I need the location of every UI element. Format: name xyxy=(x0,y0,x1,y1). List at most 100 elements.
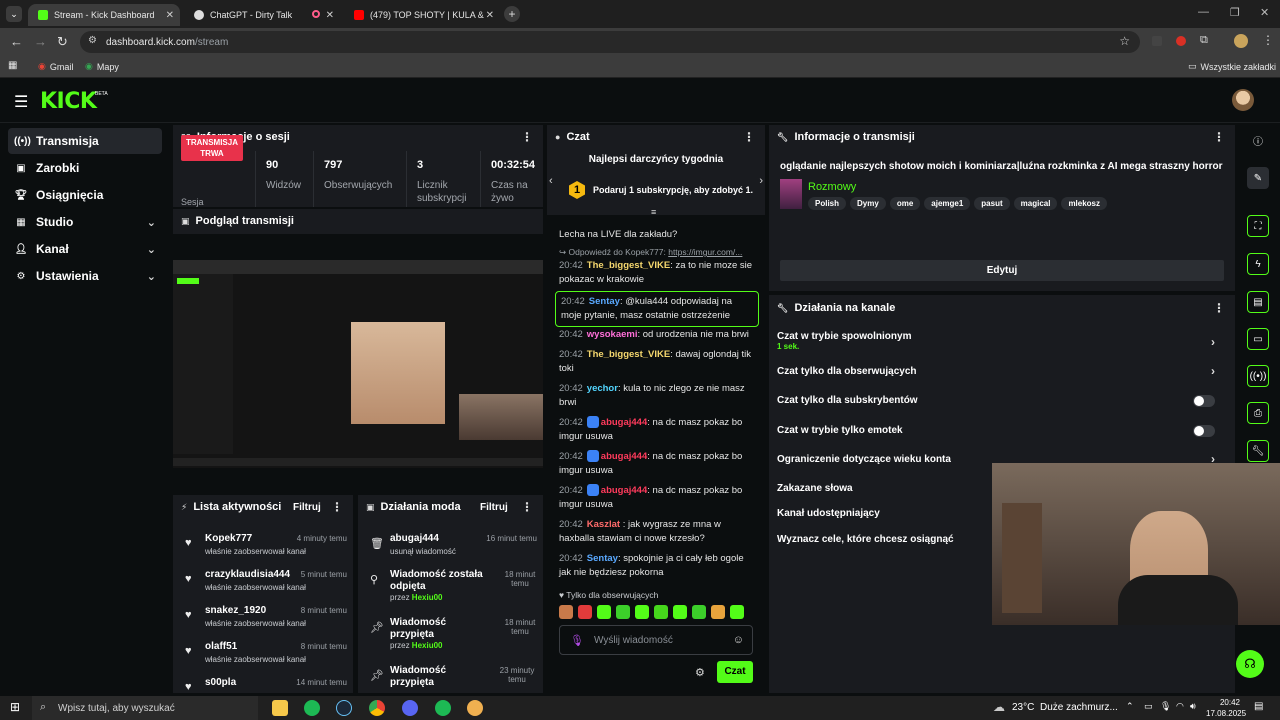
mod-action-title[interactable]: abugaj444 xyxy=(390,533,439,544)
taskbar-clock[interactable]: 20:42 17.08.2025 xyxy=(1206,697,1246,719)
activity-user[interactable]: Kopek777 xyxy=(205,533,252,544)
filter-button[interactable]: Filtruj xyxy=(480,502,508,513)
chat-user[interactable]: abugaj444 xyxy=(601,485,647,496)
emote-icon[interactable] xyxy=(711,605,725,619)
tag[interactable]: Dymy xyxy=(850,197,886,210)
microphone-icon[interactable]: 🎙︎ xyxy=(1160,701,1171,712)
windows-start-icon[interactable]: ⊞ xyxy=(10,700,20,714)
chat-user[interactable]: Sentay xyxy=(587,553,618,564)
bookmark-star-icon[interactable]: ☆ xyxy=(1119,34,1130,48)
microphone-icon[interactable]: 🎙︎ xyxy=(570,634,584,647)
setting-followers-only[interactable]: Czat tylko dla obserwujących › xyxy=(777,364,1229,378)
message-icon[interactable]: ▭ xyxy=(1247,328,1269,350)
site-info-icon[interactable]: ⚙ xyxy=(88,35,97,46)
tab-youtube[interactable]: (479) TOP SHOTY | KULA & ✕ xyxy=(344,4,500,26)
chat-user[interactable]: wysokaemi xyxy=(587,329,638,340)
chat-user[interactable]: Sentay xyxy=(589,296,620,307)
spotify-icon[interactable] xyxy=(304,700,320,716)
more-options-icon[interactable]: ⋮ xyxy=(1213,301,1225,315)
chevron-left-icon[interactable]: ‹ xyxy=(549,175,553,187)
activity-user[interactable]: s00pla xyxy=(205,677,236,688)
new-tab-button[interactable]: + xyxy=(504,6,520,22)
emoji-icon[interactable]: ☺ xyxy=(733,634,744,646)
volume-icon[interactable]: 🔊︎ xyxy=(1190,701,1196,712)
extension-red-icon[interactable] xyxy=(1176,36,1186,46)
close-window-icon[interactable]: ✕ xyxy=(1260,6,1269,19)
weather-temp[interactable]: 23°C xyxy=(1012,702,1034,713)
preview-video[interactable] xyxy=(173,260,543,468)
kick-logo[interactable]: KICK xyxy=(40,89,97,114)
more-options-icon[interactable]: ⋮ xyxy=(331,500,343,514)
chevron-right-icon[interactable]: › xyxy=(759,175,763,187)
chat-user[interactable]: Kaszlat xyxy=(587,519,620,530)
chat-settings-gear-icon[interactable]: ⚙ xyxy=(695,666,705,679)
restore-icon[interactable]: ❐ xyxy=(1230,6,1240,19)
category-thumbnail[interactable] xyxy=(780,179,802,209)
document-icon[interactable]: ▤ xyxy=(1247,291,1269,313)
emote-icon[interactable] xyxy=(730,605,744,619)
tray-chevron-up-icon[interactable]: ⌃ xyxy=(1126,701,1134,712)
lightning-icon[interactable]: ϟ xyxy=(1247,253,1269,275)
more-options-icon[interactable]: ⋮ xyxy=(521,130,533,144)
tag[interactable]: ajemge1 xyxy=(924,197,971,210)
discord-icon[interactable] xyxy=(402,700,418,716)
steam-icon[interactable] xyxy=(336,700,352,716)
edit-button[interactable]: Edytuj xyxy=(780,260,1224,281)
chat-user[interactable]: abugaj444 xyxy=(601,451,647,462)
category-label[interactable]: Rozmowy xyxy=(808,181,856,193)
close-tab-icon[interactable]: ✕ xyxy=(166,10,174,21)
more-options-icon[interactable]: ⋮ xyxy=(743,130,755,144)
sidebar-item-ustawienia[interactable]: ⚙ Ustawienia ⌄ xyxy=(8,263,162,289)
broadcast-icon[interactable]: ((•)) xyxy=(1247,365,1269,387)
avatar[interactable] xyxy=(1232,89,1254,111)
tag[interactable]: mlekosz xyxy=(1061,197,1108,210)
bookmark-gmail[interactable]: ◉ Gmail xyxy=(38,61,73,72)
emote-icon[interactable] xyxy=(635,605,649,619)
extension-icon[interactable] xyxy=(1152,36,1162,46)
close-tab-icon[interactable]: ✕ xyxy=(486,10,494,21)
tag[interactable]: pasut xyxy=(974,197,1010,210)
wrench-icon[interactable]: 🔧︎ xyxy=(1247,440,1269,462)
chat-user[interactable]: The_biggest_VIKE xyxy=(587,349,670,360)
forward-icon[interactable]: → xyxy=(34,34,47,49)
tag[interactable]: Polish xyxy=(808,197,847,210)
emote-icon[interactable] xyxy=(654,605,668,619)
sidebar-item-transmisja[interactable]: ((•)) Transmisja xyxy=(8,128,162,154)
notifications-icon[interactable]: ▤ xyxy=(1254,701,1263,712)
more-options-icon[interactable]: ⋮ xyxy=(1213,130,1225,144)
tab-kick-dashboard[interactable]: Stream - Kick Dashboard ✕ xyxy=(28,4,180,26)
tag[interactable]: magical xyxy=(1013,197,1058,210)
profile-icon[interactable] xyxy=(1234,34,1248,48)
setting-slow-mode[interactable]: Czat w trybie spowolnionym 1 sek. › xyxy=(777,331,1229,355)
chat-user[interactable]: yechor xyxy=(587,383,618,394)
help-headset-icon[interactable]: ☊ xyxy=(1236,650,1264,678)
mod-action-user[interactable]: Hexiu00 xyxy=(412,593,443,602)
emote-icon[interactable] xyxy=(578,605,592,619)
sidebar-item-studio[interactable]: ▦ Studio ⌄ xyxy=(8,209,162,235)
send-chat-button[interactable]: Czat xyxy=(717,661,753,683)
chat-user[interactable]: abugaj444 xyxy=(601,417,647,428)
info-icon[interactable]: ⓘ xyxy=(1247,129,1269,151)
spotify-icon[interactable] xyxy=(435,700,451,716)
more-options-icon[interactable]: ⋮ xyxy=(521,500,533,514)
sidebar-item-osiagniecia[interactable]: 🏆︎ Osiągnięcia xyxy=(8,182,162,208)
expand-icon[interactable]: ≡ xyxy=(651,207,656,217)
activity-user[interactable]: snakez_1920 xyxy=(205,605,266,616)
emote-icon[interactable] xyxy=(673,605,687,619)
tag[interactable]: ome xyxy=(889,197,921,210)
emote-icon[interactable] xyxy=(597,605,611,619)
app-icon[interactable] xyxy=(467,700,483,716)
wifi-icon[interactable]: ◠ xyxy=(1176,701,1184,712)
minimize-icon[interactable]: — xyxy=(1198,6,1209,18)
reply-link[interactable]: https://imgur.com/... xyxy=(668,247,742,257)
emote-icon[interactable] xyxy=(559,605,573,619)
reload-icon[interactable]: ↻ xyxy=(57,34,68,50)
emote-icon[interactable] xyxy=(692,605,706,619)
menu-hamburger-icon[interactable]: ☰ xyxy=(14,92,28,112)
weather-text[interactable]: Duże zachmurz... xyxy=(1040,702,1118,713)
browser-menu-icon[interactable]: ⋮ xyxy=(1262,33,1274,47)
mod-action-user[interactable]: Hexiu00 xyxy=(412,641,443,650)
back-icon[interactable]: ← xyxy=(10,34,23,49)
chat-input[interactable]: 🎙︎ Wyślij wiadomość ☺ xyxy=(559,625,753,655)
sidebar-item-zarobki[interactable]: ▣ Zarobki xyxy=(8,155,162,181)
